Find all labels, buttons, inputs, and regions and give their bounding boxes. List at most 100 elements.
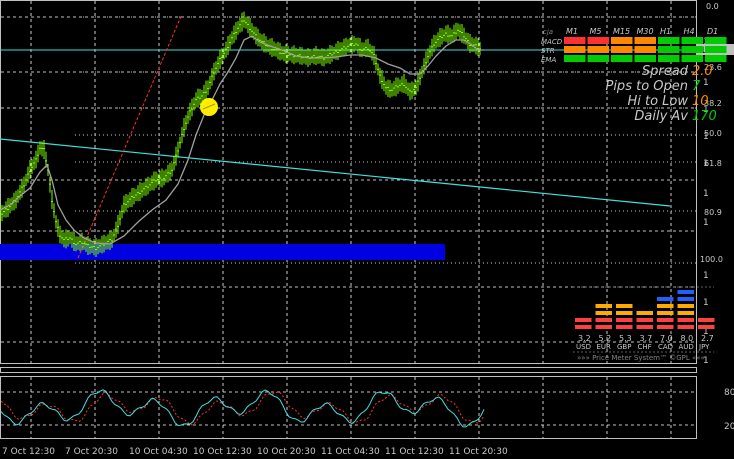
spread-label: Spread (641, 64, 688, 79)
signal-cell (611, 37, 633, 44)
demand-zone[interactable] (0, 244, 445, 260)
meter-bar-segment (595, 311, 612, 315)
level-0-label: 0.0 (706, 2, 719, 11)
fibonacci-levels (75, 16, 696, 264)
meter-value-usd: 3.2 (578, 334, 591, 343)
signal-row-label: EMA (541, 56, 556, 64)
meter-value-cad: 7.0 (660, 334, 673, 343)
signal-cell (658, 46, 680, 53)
svg-text:7 Oct 12:30: 7 Oct 12:30 (2, 447, 55, 457)
level-1000-label: 100.0 (700, 255, 723, 264)
meter-bar-segment (657, 311, 674, 315)
meter-bar-segment (677, 290, 694, 294)
oscillator-signal-line (0, 391, 485, 426)
meter-bar-segment (616, 311, 633, 315)
signal-cell (611, 46, 633, 53)
meter-bar-segment (677, 304, 694, 308)
price-meter: 3.2USD 5.2EUR 5.3GBP 3.7CHF 7.0CAD 8.0AUD 2.7J… (573, 286, 715, 362)
meter-bar-segment (657, 297, 674, 301)
svg-text:11 Oct 04:30: 11 Oct 04:30 (321, 447, 380, 457)
svg-text:1: 1 (703, 189, 709, 199)
hi-to-low-label: Hi to Low (627, 94, 688, 109)
timeframe-header-m15: M15 (613, 27, 630, 36)
time-axis: 7 Oct 12:30 7 Oct 20:30 10 Oct 04:30 10 … (2, 447, 508, 457)
meter-bar-segment (698, 318, 715, 322)
meter-bar-segment (657, 318, 674, 322)
meter-bar-segment (575, 318, 592, 322)
signal-cell (564, 46, 586, 53)
svg-text:10 Oct 04:30: 10 Oct 04:30 (129, 447, 188, 457)
signal-cell (681, 37, 703, 44)
meter-bar-segment (677, 297, 694, 301)
signal-cell (611, 55, 633, 62)
signal-cell (634, 46, 656, 53)
meter-currency-chf: CHF (638, 343, 652, 351)
moving-average-line (0, 35, 484, 245)
signal-cell (564, 55, 586, 62)
signal-corner-label: cja (543, 28, 553, 36)
meter-value-eur: 5.2 (599, 334, 612, 343)
svg-text:10 Oct 12:30: 10 Oct 12:30 (193, 447, 252, 457)
meter-currency-aud: AUD (679, 343, 694, 351)
osc-lower-label: 20 (724, 422, 734, 432)
spread-value: 2.0 (692, 64, 713, 79)
timeframe-header-m1: M1 (566, 27, 578, 36)
meter-bar-segment (616, 318, 633, 322)
signal-cell (681, 46, 703, 53)
svg-text:7 Oct 20:30: 7 Oct 20:30 (65, 447, 118, 457)
signal-cell (705, 55, 727, 62)
timeframe-header-m30: M30 (637, 27, 654, 36)
meter-bar-segment (636, 311, 653, 315)
meter-footer: »»» Price Meter System™ ©GPL ««« (577, 354, 705, 362)
svg-text:10 Oct 20:30: 10 Oct 20:30 (257, 447, 316, 457)
meter-bar-segment (677, 318, 694, 322)
signal-cell (681, 55, 703, 62)
meter-currency-cad: CAD (658, 343, 673, 351)
osc-upper-label: 80 (724, 388, 734, 398)
meter-value-jpy: 2.7 (701, 334, 714, 343)
signal-cell (587, 37, 609, 44)
timeframe-header-h1: H1 (660, 27, 671, 36)
timeframe-header-m5: M5 (590, 27, 602, 36)
meter-bar-segment (575, 325, 592, 329)
meter-bar-segment (616, 325, 633, 329)
signal-cell (587, 46, 609, 53)
fibonacci-diagonal[interactable] (77, 13, 183, 259)
signal-cell (658, 37, 680, 44)
svg-text:11 Oct 12:30: 11 Oct 12:30 (385, 447, 444, 457)
chart-area[interactable]: 0.0 23.6 38.2 50.0 61.8 80.9 100.0 1 1 1… (0, 0, 734, 459)
signal-cell (634, 37, 656, 44)
level-809-label: 80.9 (704, 208, 722, 217)
timeframe-header-d1: D1 (707, 27, 718, 36)
svg-text:1: 1 (703, 218, 709, 228)
meter-value-aud: 8.0 (681, 334, 694, 343)
signal-cell (705, 37, 727, 44)
hi-to-low-value: 10 (692, 94, 709, 109)
meter-bar-segment (636, 318, 653, 322)
meter-currency-usd: USD (576, 343, 591, 351)
pips-to-open-value: 7 (692, 79, 701, 94)
volume-strip-border (0, 367, 697, 373)
signal-cell (658, 55, 680, 62)
meter-bar-segment (677, 311, 694, 315)
svg-text:1: 1 (703, 271, 709, 281)
signal-row-label: STR (541, 47, 555, 55)
meter-bar-segment (657, 304, 674, 308)
svg-text:1: 1 (703, 78, 709, 88)
meter-currency-jpy: JPY (698, 343, 710, 351)
meter-bar-segment (595, 304, 612, 308)
svg-text:11 Oct 20:30: 11 Oct 20:30 (449, 447, 508, 457)
meter-bar-segment (636, 325, 653, 329)
meter-bar-segment (677, 325, 694, 329)
trend-line[interactable] (0, 138, 671, 207)
oscillator-main-line (0, 389, 485, 428)
signal-cell (634, 55, 656, 62)
meter-bar-segment (657, 325, 674, 329)
signal-row-label: MACD (541, 38, 563, 46)
signal-cell (564, 37, 586, 44)
meter-bar-segment (616, 304, 633, 308)
meter-bar-segment (698, 325, 715, 329)
meter-value-gbp: 5.3 (619, 334, 632, 343)
signal-cell (705, 46, 727, 53)
pips-to-open-label: Pips to Open (605, 79, 688, 94)
